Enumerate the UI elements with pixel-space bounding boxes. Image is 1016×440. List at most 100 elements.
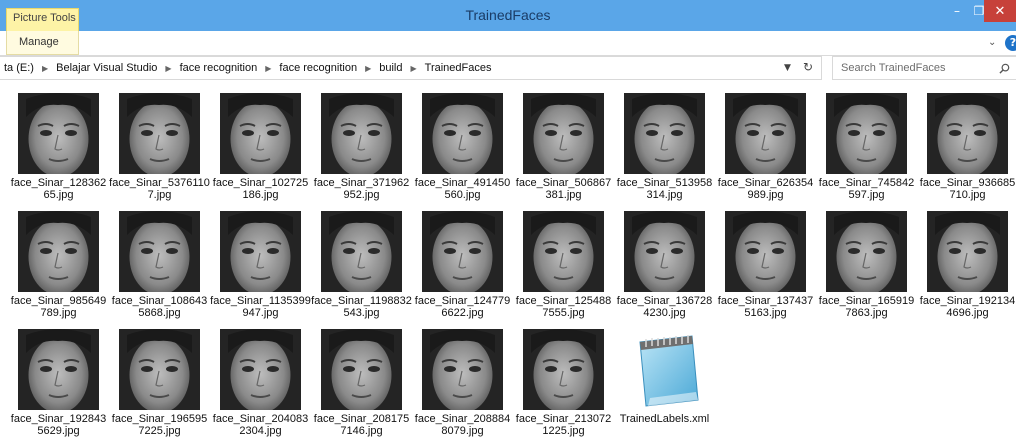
image-thumbnail: [523, 211, 604, 292]
chevron-right-icon[interactable]: ▶: [265, 64, 271, 73]
file-item[interactable]: face_Sinar_371962952.jpg: [311, 90, 412, 208]
image-thumbnail: [927, 93, 1008, 174]
file-name: face_Sinar_1198832543.jpg: [311, 295, 412, 319]
image-thumbnail: [927, 211, 1008, 292]
image-thumbnail: [18, 211, 99, 292]
file-item[interactable]: face_Sinar_1086435868.jpg: [109, 208, 210, 326]
file-item[interactable]: face_Sinar_1928435629.jpg: [8, 326, 109, 440]
file-item[interactable]: face_Sinar_1965957225.jpg: [109, 326, 210, 440]
file-name: face_Sinar_985649789.jpg: [10, 295, 107, 319]
file-name: face_Sinar_2088848079.jpg: [414, 413, 511, 437]
file-item[interactable]: face_Sinar_1198832543.jpg: [311, 208, 412, 326]
help-icon[interactable]: ?: [1005, 35, 1016, 51]
file-item[interactable]: face_Sinar_985649789.jpg: [8, 208, 109, 326]
refresh-icon[interactable]: ↻: [803, 60, 813, 74]
minimize-button[interactable]: –: [946, 0, 968, 22]
file-name: TrainedLabels.xml: [619, 413, 710, 425]
search-input[interactable]: [841, 60, 991, 76]
address-row: ta (E:) ▶ Belajar Visual Studio ▶ face recog…: [0, 56, 1016, 81]
file-item[interactable]: face_Sinar_12836265.jpg: [8, 90, 109, 208]
file-name: face_Sinar_1247796622.jpg: [414, 295, 511, 319]
file-item-xml[interactable]: TrainedLabels.xml: [614, 326, 715, 440]
chevron-right-icon[interactable]: ▶: [410, 64, 416, 73]
image-thumbnail: [220, 211, 301, 292]
tab-manage[interactable]: Manage: [6, 31, 79, 55]
image-thumbnail: [119, 93, 200, 174]
file-name: face_Sinar_1367284230.jpg: [616, 295, 713, 319]
image-thumbnail: [422, 211, 503, 292]
file-name: face_Sinar_1374375163.jpg: [717, 295, 814, 319]
file-item[interactable]: face_Sinar_1367284230.jpg: [614, 208, 715, 326]
file-item[interactable]: face_Sinar_626354989.jpg: [715, 90, 816, 208]
image-thumbnail: [18, 93, 99, 174]
breadcrumb-item[interactable]: Belajar Visual Studio: [56, 62, 157, 74]
file-item[interactable]: face_Sinar_1247796622.jpg: [412, 208, 513, 326]
file-name: face_Sinar_745842597.jpg: [818, 177, 915, 201]
file-name: face_Sinar_2081757146.jpg: [313, 413, 410, 437]
file-name: face_Sinar_2040832304.jpg: [212, 413, 309, 437]
image-thumbnail: [220, 329, 301, 410]
image-thumbnail: [321, 211, 402, 292]
file-item[interactable]: face_Sinar_491450560.jpg: [412, 90, 513, 208]
chevron-right-icon[interactable]: ▶: [42, 64, 48, 73]
search-icon[interactable]: [999, 63, 1010, 74]
file-item[interactable]: face_Sinar_936685710.jpg: [917, 90, 1016, 208]
close-button[interactable]: ✕: [984, 0, 1016, 22]
chevron-down-icon[interactable]: ▼: [784, 63, 791, 73]
file-name: face_Sinar_1965957225.jpg: [111, 413, 208, 437]
file-name: face_Sinar_12836265.jpg: [10, 177, 107, 201]
chevron-right-icon[interactable]: ▶: [365, 64, 371, 73]
image-thumbnail: [523, 93, 604, 174]
image-thumbnail: [321, 93, 402, 174]
breadcrumb-item[interactable]: ta (E:): [4, 62, 34, 74]
breadcrumb-item[interactable]: TrainedFaces: [425, 62, 492, 74]
file-name: face_Sinar_513958314.jpg: [616, 177, 713, 201]
ribbon-expand-chevron-icon[interactable]: ⌄: [988, 37, 996, 48]
breadcrumb: ta (E:) ▶ Belajar Visual Studio ▶ face recog…: [4, 62, 491, 74]
image-thumbnail: [18, 329, 99, 410]
file-name: face_Sinar_2130721225.jpg: [515, 413, 612, 437]
file-item[interactable]: face_Sinar_745842597.jpg: [816, 90, 917, 208]
file-item[interactable]: face_Sinar_1659197863.jpg: [816, 208, 917, 326]
file-item[interactable]: face_Sinar_1921344696.jpg: [917, 208, 1016, 326]
title-bar: Picture Tools TrainedFaces – ❐ ✕: [0, 0, 1016, 32]
file-name: face_Sinar_506867381.jpg: [515, 177, 612, 201]
file-name: face_Sinar_936685710.jpg: [919, 177, 1016, 201]
file-grid: face_Sinar_12836265.jpg face_Sinar_537611…: [8, 90, 1016, 440]
file-name: face_Sinar_1659197863.jpg: [818, 295, 915, 319]
file-item[interactable]: face_Sinar_2130721225.jpg: [513, 326, 614, 440]
file-item[interactable]: face_Sinar_2081757146.jpg: [311, 326, 412, 440]
image-thumbnail: [826, 93, 907, 174]
image-thumbnail: [523, 329, 604, 410]
file-item[interactable]: face_Sinar_2088848079.jpg: [412, 326, 513, 440]
image-thumbnail: [321, 329, 402, 410]
file-item[interactable]: face_Sinar_506867381.jpg: [513, 90, 614, 208]
image-thumbnail: [725, 93, 806, 174]
chevron-right-icon[interactable]: ▶: [165, 64, 171, 73]
file-name: face_Sinar_53761107.jpg: [109, 177, 210, 201]
file-item[interactable]: face_Sinar_1254887555.jpg: [513, 208, 614, 326]
file-item[interactable]: face_Sinar_1135399947.jpg: [210, 208, 311, 326]
search-box[interactable]: [832, 56, 1016, 80]
file-name: face_Sinar_1135399947.jpg: [210, 295, 311, 319]
file-item[interactable]: face_Sinar_1374375163.jpg: [715, 208, 816, 326]
file-name: face_Sinar_1921344696.jpg: [919, 295, 1016, 319]
breadcrumb-item[interactable]: face recognition: [279, 62, 357, 74]
window-title: TrainedFaces: [465, 7, 551, 23]
image-thumbnail: [826, 211, 907, 292]
image-thumbnail: [119, 211, 200, 292]
breadcrumb-item[interactable]: face recognition: [180, 62, 258, 74]
image-thumbnail: [725, 211, 806, 292]
file-item[interactable]: face_Sinar_53761107.jpg: [109, 90, 210, 208]
image-thumbnail: [220, 93, 301, 174]
file-item[interactable]: face_Sinar_2040832304.jpg: [210, 326, 311, 440]
file-item[interactable]: face_Sinar_102725186.jpg: [210, 90, 311, 208]
ribbon: Manage ⌄ ?: [0, 31, 1016, 56]
file-name: face_Sinar_1086435868.jpg: [111, 295, 208, 319]
address-bar[interactable]: ta (E:) ▶ Belajar Visual Studio ▶ face recog…: [0, 56, 822, 80]
file-name: face_Sinar_491450560.jpg: [414, 177, 511, 201]
file-item[interactable]: face_Sinar_513958314.jpg: [614, 90, 715, 208]
image-thumbnail: [422, 329, 503, 410]
breadcrumb-item[interactable]: build: [379, 62, 402, 74]
file-name: face_Sinar_1928435629.jpg: [10, 413, 107, 437]
